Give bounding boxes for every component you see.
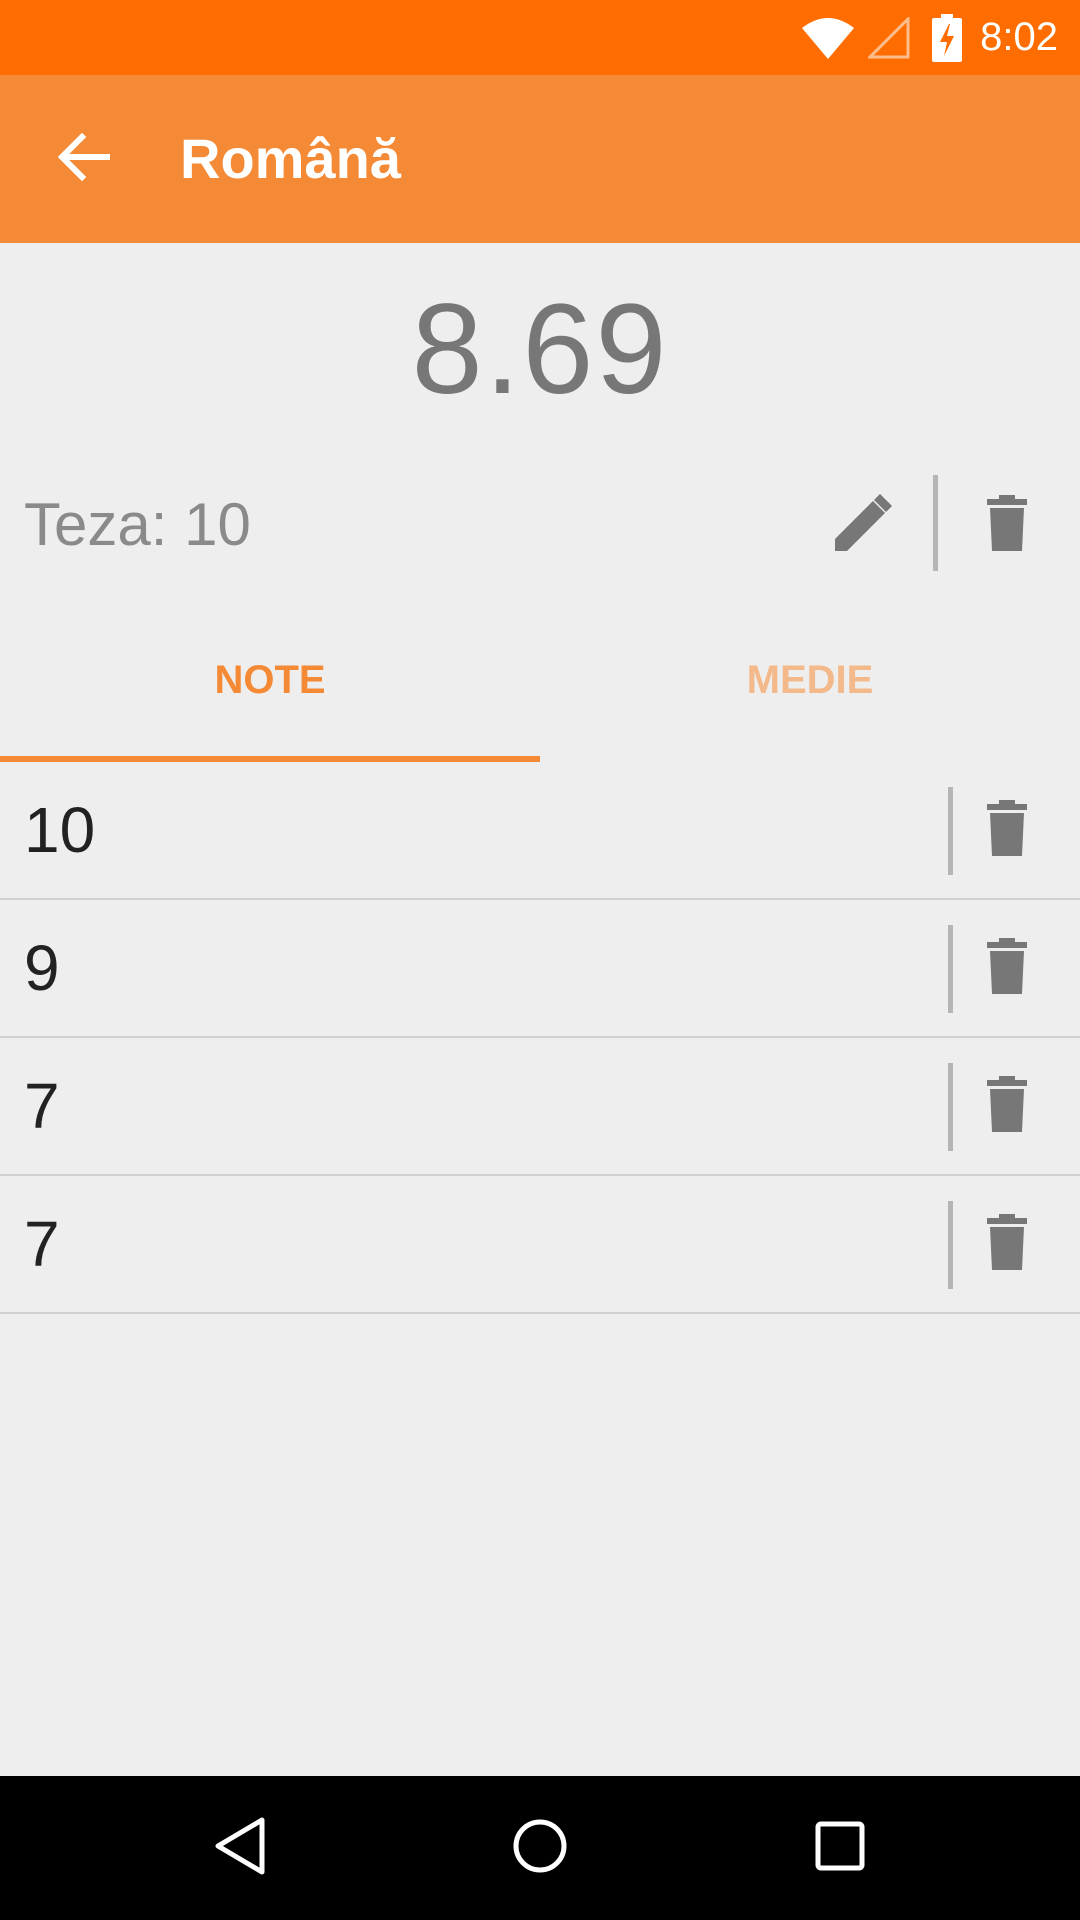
grade-value: 9 bbox=[24, 932, 60, 1004]
grade-list: 10 9 7 7 bbox=[0, 762, 1080, 1314]
grade-value: 10 bbox=[24, 794, 96, 866]
trash-icon bbox=[985, 799, 1029, 861]
average-value: 8.69 bbox=[411, 278, 669, 421]
delete-grade-button[interactable] bbox=[972, 1071, 1042, 1141]
list-item[interactable]: 10 bbox=[0, 762, 1080, 900]
page-title: Română bbox=[180, 127, 401, 190]
status-icons: 8:02 bbox=[800, 0, 1058, 75]
grade-value: 7 bbox=[24, 1070, 60, 1142]
tab-note[interactable]: NOTE bbox=[0, 610, 540, 760]
teza-row: Teza: 10 bbox=[0, 470, 1080, 580]
list-item[interactable]: 9 bbox=[0, 900, 1080, 1038]
nav-home-button[interactable] bbox=[490, 1798, 590, 1898]
delete-grade-button[interactable] bbox=[972, 1209, 1042, 1279]
status-time: 8:02 bbox=[980, 15, 1058, 59]
row-divider bbox=[948, 787, 953, 875]
teza-edit-button[interactable] bbox=[828, 490, 898, 560]
nav-recents-icon bbox=[814, 1820, 866, 1877]
cell-signal-icon bbox=[868, 16, 910, 59]
teza-divider bbox=[933, 475, 938, 571]
grade-value: 7 bbox=[24, 1208, 60, 1280]
row-divider bbox=[948, 925, 953, 1013]
tab-medie[interactable]: MEDIE bbox=[540, 610, 1080, 760]
row-divider bbox=[948, 1201, 953, 1289]
tab-bar: NOTE MEDIE bbox=[0, 610, 1080, 762]
wifi-icon bbox=[800, 16, 856, 60]
battery-charging-icon bbox=[932, 13, 963, 62]
teza-delete-button[interactable] bbox=[972, 490, 1042, 560]
back-button[interactable] bbox=[40, 119, 128, 199]
list-item[interactable]: 7 bbox=[0, 1176, 1080, 1314]
teza-label: Teza: 10 bbox=[24, 491, 251, 558]
trash-icon bbox=[985, 494, 1029, 556]
nav-recents-button[interactable] bbox=[790, 1798, 890, 1898]
arrow-back-icon bbox=[57, 132, 111, 186]
list-item[interactable]: 7 bbox=[0, 1038, 1080, 1176]
trash-icon bbox=[985, 1213, 1029, 1275]
app-bar: Română bbox=[0, 75, 1080, 243]
navigation-bar bbox=[0, 1776, 1080, 1920]
row-divider bbox=[948, 1063, 953, 1151]
trash-icon bbox=[985, 1075, 1029, 1137]
pencil-icon bbox=[833, 493, 893, 558]
screen: 8:02 Română 8.69 Teza: 10 NOTE MEDIE 10 … bbox=[0, 0, 1080, 1920]
status-bar: 8:02 bbox=[0, 0, 1080, 75]
nav-back-icon bbox=[212, 1816, 268, 1881]
nav-back-button[interactable] bbox=[190, 1798, 290, 1898]
nav-home-icon bbox=[512, 1818, 568, 1879]
trash-icon bbox=[985, 937, 1029, 999]
delete-grade-button[interactable] bbox=[972, 933, 1042, 1003]
delete-grade-button[interactable] bbox=[972, 795, 1042, 865]
